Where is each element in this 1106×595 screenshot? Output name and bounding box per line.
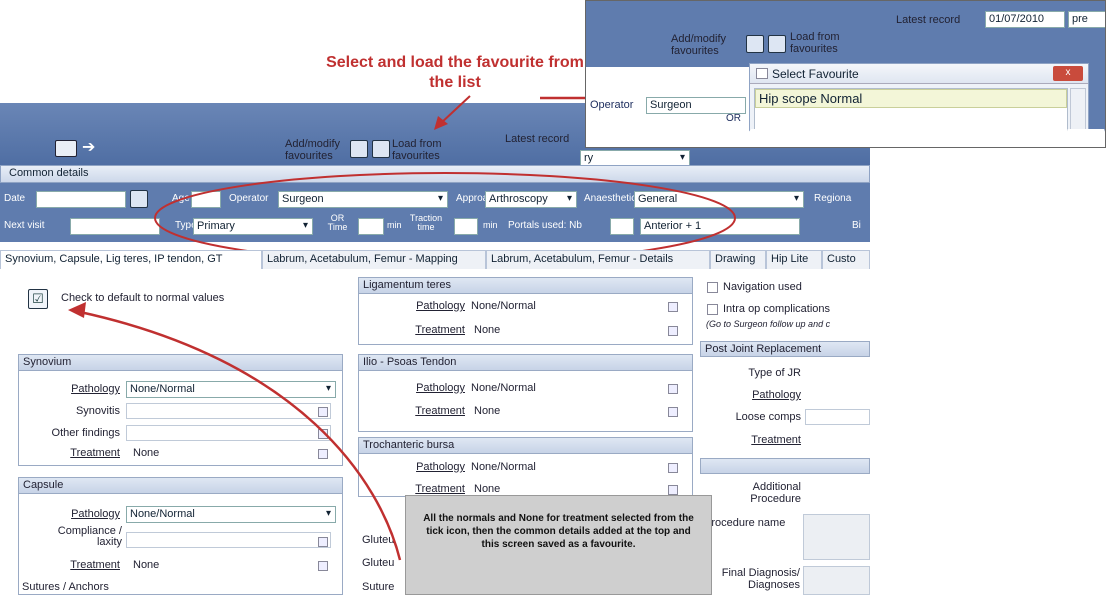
zoom-inset: Latest record 01/07/2010 pre Add/modify … bbox=[585, 0, 1106, 148]
inset-latest-record-value[interactable]: 01/07/2010 bbox=[985, 11, 1065, 28]
torn-edge bbox=[586, 129, 1105, 147]
inset-load-from-label: Load from favourites bbox=[790, 31, 840, 55]
inset-add-favourite-icon[interactable] bbox=[746, 35, 764, 53]
dialog-app-icon bbox=[756, 68, 768, 79]
inset-add-modify-label: Add/modify favourites bbox=[671, 33, 727, 57]
inset-operator-label: Operator bbox=[590, 99, 634, 111]
inset-prev-field[interactable]: pre bbox=[1068, 11, 1105, 28]
favourite-list-item[interactable]: Hip scope Normal bbox=[755, 89, 1067, 108]
annotation-text: Select and load the favourite from the l… bbox=[326, 54, 584, 91]
dialog-title: Select Favourite bbox=[772, 67, 859, 81]
inset-operator-field[interactable]: Surgeon bbox=[646, 97, 746, 114]
dialog-titlebar: Select Favourite x bbox=[750, 64, 1088, 84]
inset-load-favourite-icon[interactable] bbox=[768, 35, 786, 53]
inset-or-label: OR bbox=[726, 113, 741, 124]
inset-latest-record-label: Latest record bbox=[896, 14, 961, 26]
dialog-close-button[interactable]: x bbox=[1053, 66, 1083, 81]
